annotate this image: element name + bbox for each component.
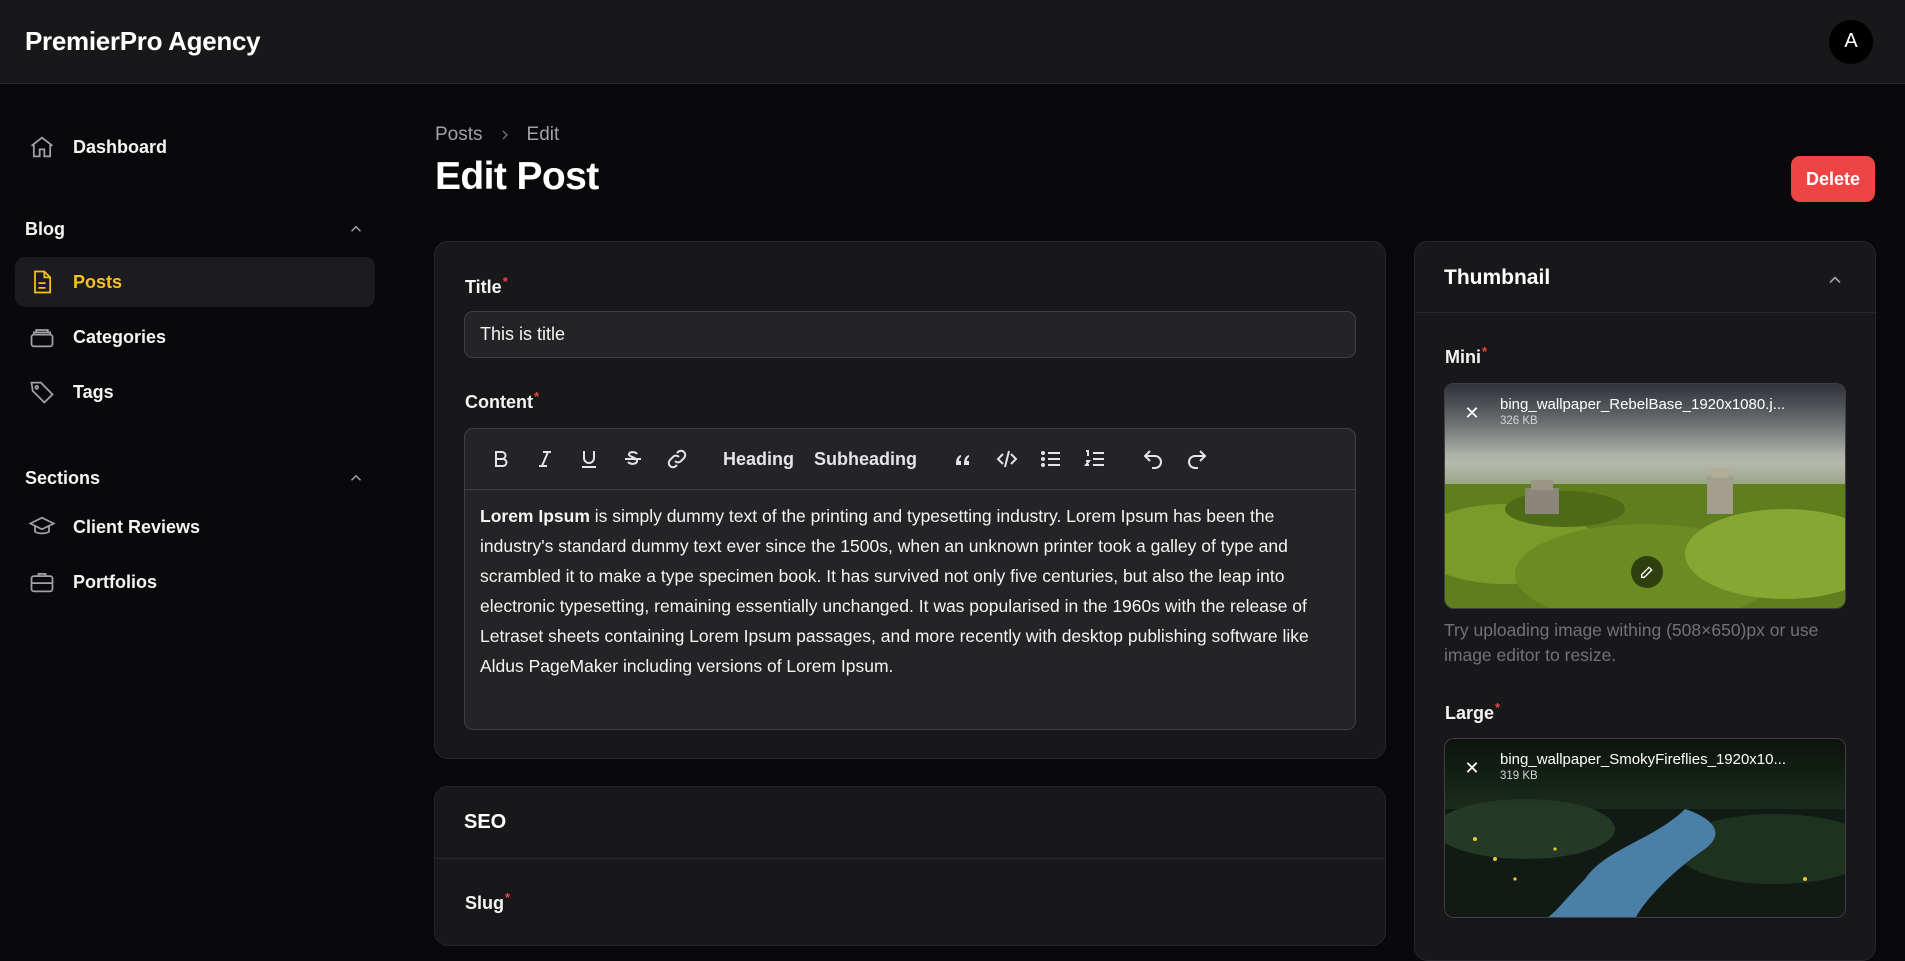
document-icon	[27, 267, 57, 297]
breadcrumb: Posts Edit	[435, 122, 559, 148]
sidebar-item-client-reviews[interactable]: Client Reviews	[15, 502, 375, 552]
editor-toolbar: Heading Subheading	[465, 429, 1355, 490]
large-file-size: 319 KB	[1500, 770, 1538, 782]
sidebar-item-label: Tags	[73, 381, 114, 402]
sidebar-item-categories[interactable]: Categories	[15, 312, 375, 362]
numbered-list-icon[interactable]	[1073, 439, 1117, 479]
bold-icon[interactable]	[479, 439, 523, 479]
tag-icon	[27, 377, 57, 407]
large-image-upload[interactable]: ✕ bing_wallpaper_SmokyFireflies_1920x10.…	[1444, 738, 1846, 918]
breadcrumb-edit: Edit	[526, 124, 560, 145]
sidebar-item-dashboard[interactable]: Dashboard	[15, 122, 375, 172]
large-file-name: bing_wallpaper_SmokyFireflies_1920x10...	[1500, 751, 1786, 768]
mini-file-name: bing_wallpaper_RebelBase_1920x1080.j...	[1500, 396, 1786, 413]
bullet-list-icon[interactable]	[1029, 439, 1073, 479]
sidebar-item-label: Client Reviews	[73, 516, 201, 537]
sidebar-group-label: Blog	[25, 218, 65, 239]
divider	[1415, 312, 1875, 313]
sidebar-item-portfolios[interactable]: Portfolios	[15, 557, 375, 607]
slug-label: Slug*	[465, 890, 511, 913]
brand-logo[interactable]: PremierPro Agency	[25, 26, 261, 57]
rich-text-editor[interactable]: Heading Subheading Lorem Ipsum is simply…	[464, 428, 1356, 730]
briefcase-icon	[27, 567, 57, 597]
seo-section-title[interactable]: SEO	[464, 811, 506, 834]
title-input[interactable]	[464, 311, 1356, 358]
redo-icon[interactable]	[1175, 439, 1219, 479]
undo-icon[interactable]	[1131, 439, 1175, 479]
code-icon[interactable]	[985, 439, 1029, 479]
subheading-button[interactable]: Subheading	[804, 439, 927, 479]
strikethrough-icon[interactable]	[611, 439, 655, 479]
content-label: Content*	[465, 389, 540, 412]
sidebar-item-label: Posts	[73, 271, 123, 292]
thumbnail-section-title: Thumbnail	[1444, 266, 1551, 289]
sidebar-item-label: Portfolios	[73, 571, 157, 592]
thumbnail-card: Thumbnail Mini* ✕ bing_wallpaper_RebelBa…	[1414, 241, 1876, 961]
remove-file-icon[interactable]: ✕	[1459, 755, 1485, 781]
post-form-card: Title* Content* Heading Subheading	[434, 241, 1386, 759]
mini-label: Mini*	[1445, 344, 1488, 367]
sidebar-item-tags[interactable]: Tags	[15, 367, 375, 417]
underline-icon[interactable]	[567, 439, 611, 479]
remove-file-icon[interactable]: ✕	[1459, 400, 1485, 426]
breadcrumb-posts[interactable]: Posts	[435, 124, 483, 146]
mini-file-size: 326 KB	[1500, 415, 1538, 427]
heading-button[interactable]: Heading	[713, 439, 804, 479]
sidebar: Dashboard Blog Posts Categories Tags Sec…	[0, 84, 390, 915]
mini-image-upload[interactable]: ✕ bing_wallpaper_RebelBase_1920x1080.j..…	[1444, 383, 1846, 609]
seo-card: SEO Slug*	[434, 786, 1386, 946]
user-avatar[interactable]: A	[1829, 19, 1873, 64]
link-icon[interactable]	[655, 439, 699, 479]
divider	[435, 858, 1385, 859]
quote-icon[interactable]	[941, 439, 985, 479]
sidebar-item-label: Dashboard	[73, 136, 168, 157]
top-bar: PremierPro Agency A	[0, 0, 1905, 84]
graduation-cap-icon	[27, 512, 57, 542]
delete-button[interactable]: Delete	[1791, 156, 1875, 202]
sidebar-item-posts[interactable]: Posts	[15, 257, 375, 307]
chevron-right-icon	[497, 127, 513, 143]
home-icon	[27, 132, 57, 162]
chevron-up-icon	[350, 474, 362, 481]
sidebar-group-label: Sections	[25, 467, 101, 488]
sidebar-group-sections[interactable]: Sections	[25, 463, 365, 493]
pencil-icon[interactable]	[1631, 556, 1663, 588]
mini-help-text: Try uploading image withing (508×650)px …	[1444, 620, 1819, 665]
chevron-up-icon	[350, 225, 362, 232]
large-label: Large*	[1445, 700, 1501, 723]
title-label: Title*	[465, 274, 508, 297]
page-title: Edit Post	[435, 155, 599, 198]
sidebar-group-blog[interactable]: Blog	[25, 214, 365, 244]
editor-content[interactable]: Lorem Ipsum is simply dummy text of the …	[465, 490, 1355, 692]
chevron-up-icon[interactable]	[1825, 270, 1845, 290]
sidebar-item-label: Categories	[73, 326, 167, 347]
stack-icon	[27, 322, 57, 352]
italic-icon[interactable]	[523, 439, 567, 479]
